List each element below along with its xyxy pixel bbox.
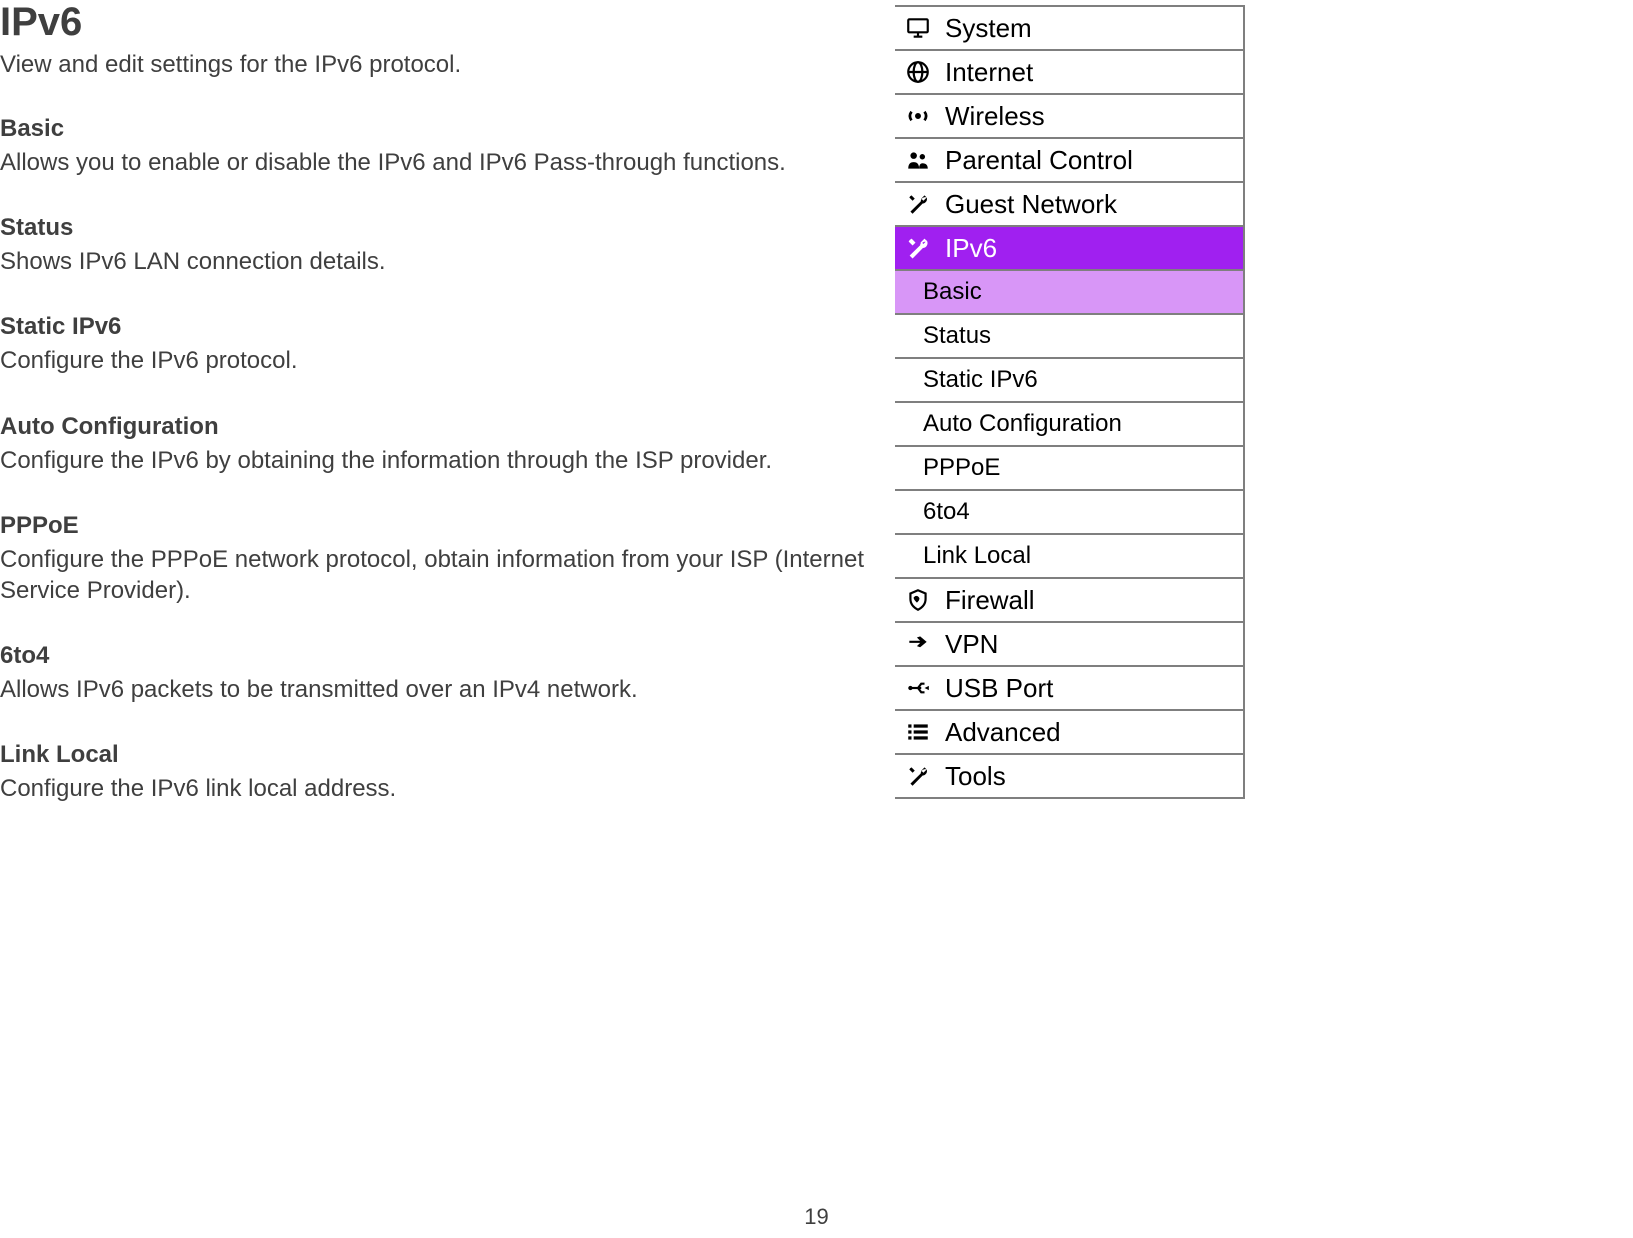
sidebar-item-usb-port[interactable]: USB Port	[895, 667, 1245, 711]
sidebar-subitem-label: Link Local	[923, 542, 1031, 570]
section-heading: 6to4	[0, 642, 870, 670]
sidebar-item-label: Internet	[945, 57, 1033, 88]
section-heading: Static IPv6	[0, 313, 870, 341]
sidebar-item-label: USB Port	[945, 673, 1053, 704]
wrench-icon	[901, 759, 935, 793]
sidebar-item-label: VPN	[945, 629, 998, 660]
page-number: 19	[804, 1204, 828, 1230]
sidebar-item-label: System	[945, 13, 1032, 44]
main-content: IPv6 View and edit settings for the IPv6…	[0, 0, 870, 841]
sidebar-item-parental-control[interactable]: Parental Control	[895, 139, 1245, 183]
section-body: Configure the IPv6 by obtaining the info…	[0, 445, 870, 476]
sidebar-subitem-auto-config[interactable]: Auto Configuration	[895, 403, 1245, 447]
people-icon	[901, 143, 935, 177]
sidebar-item-label: Firewall	[945, 585, 1035, 616]
sidebar-item-ipv6[interactable]: IPv6	[895, 227, 1245, 271]
wrench-icon	[901, 231, 935, 265]
sidebar-item-label: IPv6	[945, 233, 997, 264]
section-auto-config: Auto Configuration Configure the IPv6 by…	[0, 413, 870, 476]
section-heading: Status	[0, 214, 870, 242]
sidebar-subitem-6to4[interactable]: 6to4	[895, 491, 1245, 535]
section-heading: Link Local	[0, 741, 870, 769]
sidebar-nav: System Internet Wireless Parental Contro…	[895, 5, 1245, 799]
sidebar-item-label: Advanced	[945, 717, 1061, 748]
usb-icon	[901, 671, 935, 705]
wrench-icon	[901, 187, 935, 221]
sidebar-subitem-pppoe[interactable]: PPPoE	[895, 447, 1245, 491]
sidebar-item-label: Guest Network	[945, 189, 1117, 220]
monitor-icon	[901, 11, 935, 45]
sidebar-subitem-label: Basic	[923, 278, 982, 306]
sidebar-subitem-label: Auto Configuration	[923, 410, 1122, 438]
sidebar-item-guest-network[interactable]: Guest Network	[895, 183, 1245, 227]
sidebar-subitem-status[interactable]: Status	[895, 315, 1245, 359]
section-6to4: 6to4 Allows IPv6 packets to be transmitt…	[0, 642, 870, 705]
sidebar-subitem-link-local[interactable]: Link Local	[895, 535, 1245, 579]
sidebar-subitem-static-ipv6[interactable]: Static IPv6	[895, 359, 1245, 403]
sidebar-item-tools[interactable]: Tools	[895, 755, 1245, 799]
sidebar-item-vpn[interactable]: VPN	[895, 623, 1245, 667]
section-body: Configure the IPv6 protocol.	[0, 345, 870, 376]
list-icon	[901, 715, 935, 749]
section-link-local: Link Local Configure the IPv6 link local…	[0, 741, 870, 804]
section-heading: Basic	[0, 115, 870, 143]
section-body: Allows IPv6 packets to be transmitted ov…	[0, 674, 870, 705]
shield-icon	[901, 583, 935, 617]
section-body: Allows you to enable or disable the IPv6…	[0, 147, 870, 178]
sidebar-item-label: Wireless	[945, 101, 1045, 132]
section-static-ipv6: Static IPv6 Configure the IPv6 protocol.	[0, 313, 870, 376]
section-basic: Basic Allows you to enable or disable th…	[0, 115, 870, 178]
sidebar-item-firewall[interactable]: Firewall	[895, 579, 1245, 623]
sidebar-item-advanced[interactable]: Advanced	[895, 711, 1245, 755]
page-title: IPv6	[0, 0, 870, 45]
section-body: Configure the IPv6 link local address.	[0, 773, 870, 804]
section-pppoe: PPPoE Configure the PPPoE network protoc…	[0, 512, 870, 606]
page-subtitle: View and edit settings for the IPv6 prot…	[0, 51, 870, 79]
section-heading: PPPoE	[0, 512, 870, 540]
sidebar-item-label: Parental Control	[945, 145, 1133, 176]
globe-icon	[901, 55, 935, 89]
section-status: Status Shows IPv6 LAN connection details…	[0, 214, 870, 277]
arrow-icon	[901, 627, 935, 661]
sidebar-subitem-label: Static IPv6	[923, 366, 1038, 394]
section-heading: Auto Configuration	[0, 413, 870, 441]
section-body: Shows IPv6 LAN connection details.	[0, 246, 870, 277]
sidebar-item-wireless[interactable]: Wireless	[895, 95, 1245, 139]
sidebar-subitem-label: 6to4	[923, 498, 970, 526]
sidebar-item-internet[interactable]: Internet	[895, 51, 1245, 95]
sidebar-subitem-label: Status	[923, 322, 991, 350]
sidebar-item-label: Tools	[945, 761, 1006, 792]
sidebar-subitem-basic[interactable]: Basic	[895, 271, 1245, 315]
sidebar-subitem-label: PPPoE	[923, 454, 1000, 482]
sidebar-item-system[interactable]: System	[895, 7, 1245, 51]
section-body: Configure the PPPoE network protocol, ob…	[0, 544, 870, 606]
wifi-icon	[901, 99, 935, 133]
